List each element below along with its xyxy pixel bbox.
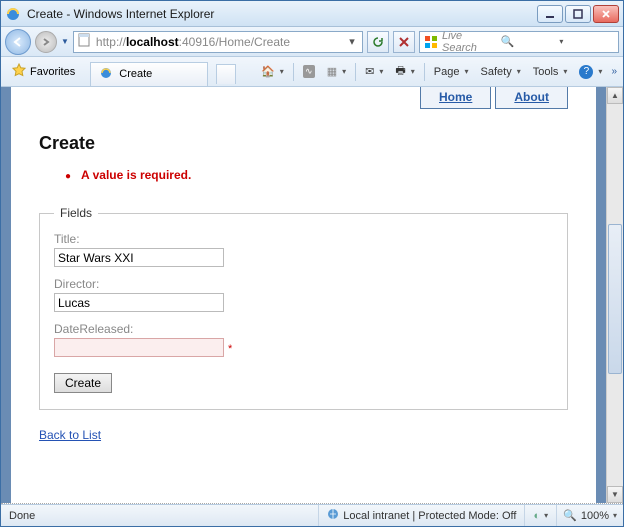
overflow-icon[interactable]: » [609, 66, 619, 77]
help-button[interactable]: ? [574, 61, 607, 83]
validation-error: A value is required. [65, 168, 568, 182]
page: Home About Create A value is required. F… [11, 87, 596, 503]
window-title: Create - Windows Internet Explorer [27, 7, 537, 21]
search-box[interactable]: Live Search 🔍 ▾ [419, 31, 619, 53]
nav-home-link[interactable]: Home [420, 87, 491, 109]
mail-button[interactable]: ✉ [360, 61, 388, 83]
separator [424, 63, 425, 81]
zoom-level: 100% [581, 510, 609, 522]
search-go-icon[interactable]: 🔍 [501, 35, 556, 48]
forward-button[interactable] [35, 31, 57, 53]
date-released-input[interactable] [54, 338, 224, 357]
viewport: Home About Create A value is required. F… [1, 87, 606, 503]
content-area: Home About Create A value is required. F… [1, 87, 623, 503]
feeds-button[interactable]: ∿ [298, 61, 320, 83]
url-input[interactable]: http://localhost:40916/Home/Create [94, 34, 342, 50]
title-label: Title: [54, 232, 553, 246]
status-progress-cell: ◐ ▾ [525, 505, 557, 526]
title-field: Title: [54, 232, 553, 267]
status-bar: Done Local intranet | Protected Mode: Of… [1, 504, 623, 526]
back-to-list-link[interactable]: Back to List [39, 428, 101, 442]
create-button[interactable]: Create [54, 373, 112, 393]
browser-tab[interactable]: Create [90, 62, 208, 86]
status-zone: Local intranet | Protected Mode: Off [319, 505, 525, 526]
director-input[interactable] [54, 293, 224, 312]
navigation-bar: ▼ http://localhost:40916/Home/Create ▾ L… [1, 27, 623, 57]
date-released-label: DateReleased: [54, 322, 553, 336]
tools-menu-button[interactable]: Tools [528, 61, 573, 83]
command-bar: 🏠 ∿ ▦ ✉ 🖶 Page Safety Tools ? » [256, 61, 619, 83]
ie-icon [5, 6, 21, 22]
print-icon: 🖶 [395, 62, 405, 81]
search-dd-icon[interactable]: ▾ [559, 37, 614, 46]
window-buttons [537, 5, 619, 23]
page-menu-label: Page [434, 66, 460, 78]
vertical-scrollbar[interactable]: ▲ ▼ [606, 87, 623, 503]
scroll-up-button[interactable]: ▲ [607, 87, 623, 104]
director-label: Director: [54, 277, 553, 291]
scroll-down-button[interactable]: ▼ [607, 486, 623, 503]
page-icon [77, 33, 91, 50]
star-icon [12, 63, 26, 80]
home-icon: 🏠 [261, 65, 275, 78]
ie-page-icon [99, 66, 113, 83]
favorites-label: Favorites [30, 66, 75, 78]
feeds-dropdown-button[interactable]: ▦ [322, 61, 351, 83]
required-marker: * [228, 343, 232, 355]
status-text: Done [1, 505, 319, 526]
close-button[interactable] [593, 5, 619, 23]
help-icon: ? [579, 65, 593, 79]
page-heading: Create [39, 133, 568, 154]
rss-icon: ▦ [327, 65, 337, 78]
address-dropdown-icon[interactable]: ▾ [345, 35, 359, 48]
stop-button[interactable] [393, 31, 415, 53]
mail-icon: ✉ [365, 65, 374, 78]
date-released-field: DateReleased: * [54, 322, 553, 357]
safety-menu-button[interactable]: Safety [476, 61, 526, 83]
progress-icon: ◐ [533, 510, 540, 522]
maximize-button[interactable] [565, 5, 591, 23]
director-field: Director: [54, 277, 553, 312]
minimize-button[interactable] [537, 5, 563, 23]
scroll-thumb[interactable] [608, 224, 622, 374]
home-dropdown-button[interactable]: 🏠 [256, 61, 289, 83]
fields-fieldset: Fields Title: Director: DateReleased: * … [39, 206, 568, 410]
zone-label: Local intranet | Protected Mode: Off [343, 510, 516, 522]
titlebar: Create - Windows Internet Explorer [1, 1, 623, 27]
feed-icon: ∿ [303, 65, 315, 78]
url-rest: :40916/Home/Create [179, 35, 290, 49]
zone-icon [327, 508, 339, 523]
tab-title: Create [119, 68, 199, 80]
address-bar[interactable]: http://localhost:40916/Home/Create ▾ [73, 31, 363, 53]
url-prefix: http:// [96, 35, 126, 49]
search-placeholder: Live Search [442, 30, 497, 54]
new-tab-button[interactable] [216, 64, 236, 84]
window-frame: Create - Windows Internet Explorer ▼ htt… [0, 0, 624, 527]
refresh-button[interactable] [367, 31, 389, 53]
page-menu-button[interactable]: Page [429, 61, 474, 83]
nav-dropdown-icon[interactable]: ▼ [61, 37, 69, 46]
favorites-bar: Favorites Create 🏠 ∿ ▦ ✉ 🖶 Page Safety T… [1, 57, 623, 87]
nav-about-link[interactable]: About [495, 87, 568, 109]
separator [355, 63, 356, 81]
fieldset-legend: Fields [54, 206, 98, 220]
live-search-icon [424, 35, 438, 49]
favorites-button[interactable]: Favorites [5, 59, 82, 84]
zoom-icon: 🔍 [563, 509, 577, 522]
back-button[interactable] [5, 29, 31, 55]
tools-menu-label: Tools [533, 66, 559, 78]
site-nav: Home About [420, 87, 568, 109]
title-input[interactable] [54, 248, 224, 267]
zoom-control[interactable]: 🔍 100% ▾ [557, 509, 623, 522]
scroll-track[interactable] [607, 104, 623, 486]
safety-menu-label: Safety [481, 66, 512, 78]
separator [293, 63, 294, 81]
url-host: localhost [126, 35, 179, 49]
print-button[interactable]: 🖶 [390, 61, 419, 83]
